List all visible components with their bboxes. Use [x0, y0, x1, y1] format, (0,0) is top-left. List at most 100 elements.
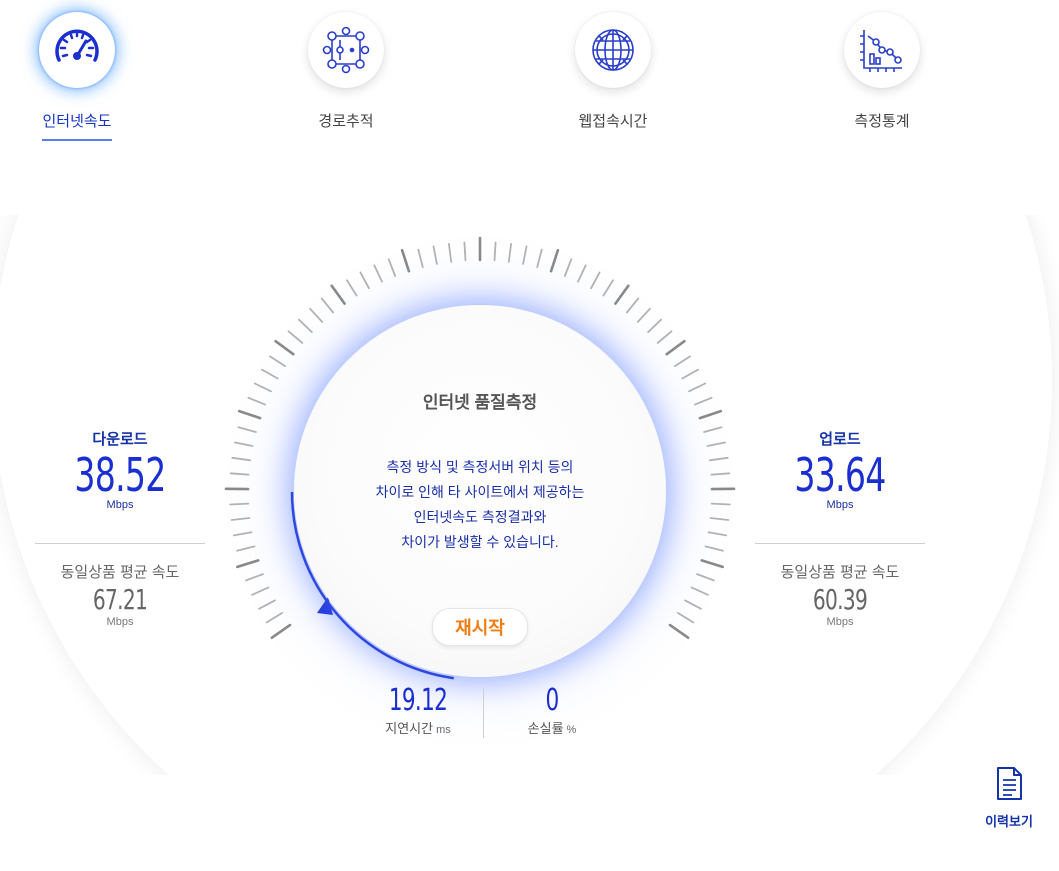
gauge-tick: [234, 441, 254, 447]
gauge-tick: [590, 271, 601, 290]
gauge-tick: [261, 368, 279, 380]
gauge-tick: [251, 586, 270, 596]
gauge-tick: [359, 271, 370, 290]
gauge-tick: [602, 279, 614, 297]
gauge-tick: [706, 441, 726, 447]
gauge-tick: [400, 248, 411, 273]
gauge-tick: [656, 330, 673, 344]
loss-panel: 0 손실률%: [502, 684, 602, 738]
history-button[interactable]: 이력보기: [976, 766, 1042, 830]
gauge-tick: [253, 382, 272, 393]
gauge-tick: [710, 502, 731, 506]
latency-panel: 19.12 지연시간 ms: [368, 684, 468, 738]
download-divider: [35, 543, 205, 544]
gauge-tick: [232, 531, 253, 537]
notice-line: 측정 방식 및 측정서버 위치 등의: [386, 459, 574, 475]
gauge-title: 인터넷 품질측정: [422, 393, 538, 412]
gauge-tick: [373, 264, 383, 283]
download-average-value: 67.21: [92, 583, 148, 616]
gauge-tick: [320, 297, 335, 314]
gauge-tick: [707, 531, 728, 537]
gauge-tick: [684, 599, 702, 610]
upload-average-panel: 동일상품 평균 속도 60.39 Mbps: [755, 561, 925, 628]
gauge-tick: [270, 623, 292, 640]
notice-line: 차이로 인해 타 사이트에서 제공하는: [375, 484, 585, 500]
gauge-tick: [265, 612, 283, 624]
gauge-tick: [237, 409, 262, 420]
gauge-tick: [704, 545, 724, 552]
gauge-tick: [626, 297, 640, 314]
gauge-tick: [674, 355, 691, 368]
loss-value: 0: [545, 683, 559, 718]
gauge-tick: [710, 472, 731, 476]
gauge-tick: [688, 382, 707, 393]
upload-divider: [755, 543, 925, 544]
gauge-tick: [258, 599, 276, 610]
gauge-tick: [346, 279, 358, 297]
gauge-tick: [522, 245, 528, 265]
download-panel: 다운로드 38.52 Mbps: [35, 428, 205, 511]
gauge-tick: [703, 426, 723, 433]
upload-average-title: 동일상품 평균 속도: [780, 564, 900, 581]
gauge-tick: [297, 318, 313, 334]
download-average-title: 동일상품 평균 속도: [60, 564, 180, 581]
gauge-tick: [387, 258, 397, 277]
gauge-tick: [330, 284, 346, 305]
gauge-tick: [231, 456, 252, 462]
gauge-tick: [236, 545, 256, 552]
gauge-tick: [709, 517, 730, 521]
gauge-tick: [690, 586, 709, 596]
gauge-tick: [463, 241, 467, 262]
gauge-tick: [698, 409, 723, 420]
gauge-tick: [549, 248, 560, 273]
gauge-tick: [668, 623, 690, 640]
gauge-tick: [694, 396, 713, 406]
notice-line: 인터넷속도 측정결과와: [413, 509, 547, 525]
gauge-tick: [493, 241, 497, 262]
gauge-tick: [636, 307, 651, 323]
gauge-tick: [432, 245, 438, 265]
restart-button[interactable]: 재시작: [432, 608, 528, 646]
gauge-tick: [309, 307, 324, 323]
gauge-tick: [536, 248, 543, 269]
gauge-tick: [507, 242, 513, 263]
history-label: 이력보기: [985, 814, 1033, 829]
gauge-tick: [700, 559, 725, 569]
gauge-tick: [274, 339, 295, 356]
gauge-tick: [665, 339, 686, 356]
upload-average-value: 60.39: [812, 583, 868, 616]
loss-label: 손실률: [527, 721, 564, 736]
upload-panel: 업로드 33.64 Mbps: [755, 428, 925, 511]
gauge-tick: [245, 573, 264, 582]
gauge-tick: [287, 330, 304, 344]
gauge-tick: [577, 264, 587, 283]
gauge-tick: [681, 368, 699, 380]
gauge-tick: [563, 258, 573, 277]
latency-unit: ms: [436, 724, 451, 736]
gauge-tick: [614, 284, 630, 305]
gauge-tick: [708, 456, 729, 462]
latency-value: 19.12: [388, 683, 448, 718]
download-average-panel: 동일상품 평균 속도 67.21 Mbps: [35, 561, 205, 628]
download-value: 38.52: [74, 448, 166, 502]
gauge-tick: [229, 472, 250, 476]
download-title: 다운로드: [92, 431, 148, 448]
latency-label: 지연시간: [385, 721, 434, 736]
gauge-tick: [447, 242, 453, 263]
upload-value: 33.64: [794, 448, 886, 502]
gauge-tick: [269, 355, 287, 368]
gauge-tick: [236, 559, 260, 569]
latency-divider: [483, 688, 484, 738]
gauge-tick: [247, 396, 267, 406]
upload-title: 업로드: [819, 431, 861, 448]
gauge-notice: 측정 방식 및 측정서버 위치 등의 차이로 인해 타 사이트에서 제공하는 인…: [294, 455, 666, 555]
gauge-tick: [417, 248, 424, 269]
gauge-tick: [647, 318, 662, 334]
loss-unit: %: [566, 724, 577, 736]
notice-line: 차이가 발생할 수 있습니다.: [401, 534, 559, 550]
gauge-tick: [229, 502, 250, 506]
gauge-tick: [237, 426, 257, 433]
document-icon: [997, 767, 1022, 800]
gauge-tick: [696, 573, 715, 582]
speed-test-page: 인터넷속도 경로추적 웹접속시간 측정통계 인터넷 품질측정 측정 방식 및 측…: [0, 0, 1059, 871]
